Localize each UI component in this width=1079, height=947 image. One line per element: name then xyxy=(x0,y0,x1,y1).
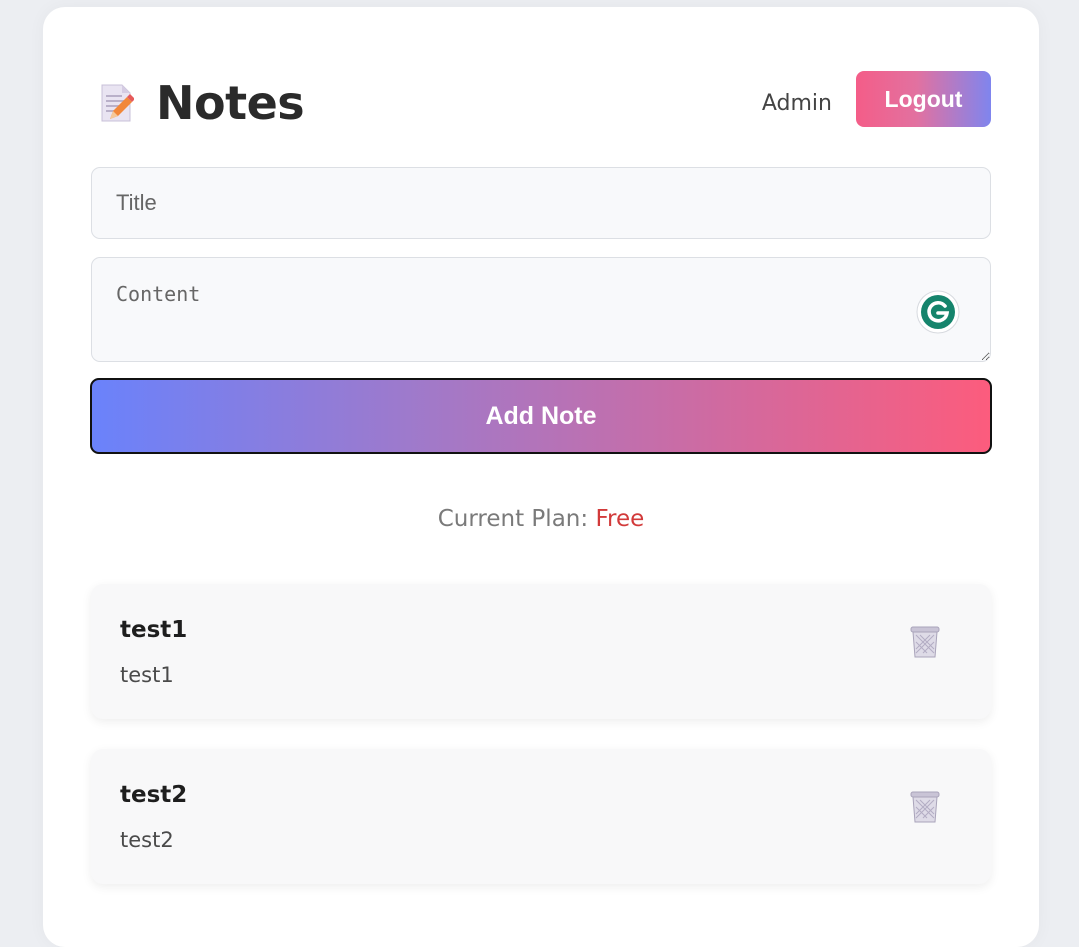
note-card: test2 test2 xyxy=(91,749,991,884)
grammarly-icon[interactable] xyxy=(916,290,960,334)
current-plan: Current Plan: Free xyxy=(91,503,991,535)
add-note-button[interactable]: Add Note xyxy=(90,378,992,454)
note-title: test1 xyxy=(120,617,188,643)
note-title: test2 xyxy=(120,782,188,808)
content-textarea[interactable] xyxy=(91,257,991,362)
memo-icon xyxy=(100,83,135,123)
user-name: Admin xyxy=(761,91,832,116)
logout-button[interactable]: Logout xyxy=(856,71,991,127)
delete-note-button[interactable] xyxy=(905,787,945,827)
trash-icon xyxy=(905,791,945,830)
title-input[interactable] xyxy=(91,167,991,239)
note-card: test1 test1 xyxy=(91,584,991,719)
note-content: test1 xyxy=(120,663,174,687)
header: Notes Admin Logout xyxy=(91,71,991,135)
plan-label: Current Plan: xyxy=(437,506,589,532)
plan-value: Free xyxy=(595,506,645,532)
page-title: Notes xyxy=(156,76,305,130)
trash-icon xyxy=(905,626,945,665)
delete-note-button[interactable] xyxy=(905,622,945,662)
note-content: test2 xyxy=(120,828,174,852)
notes-card: Notes Admin Logout Add Note Current Plan… xyxy=(43,7,1039,947)
